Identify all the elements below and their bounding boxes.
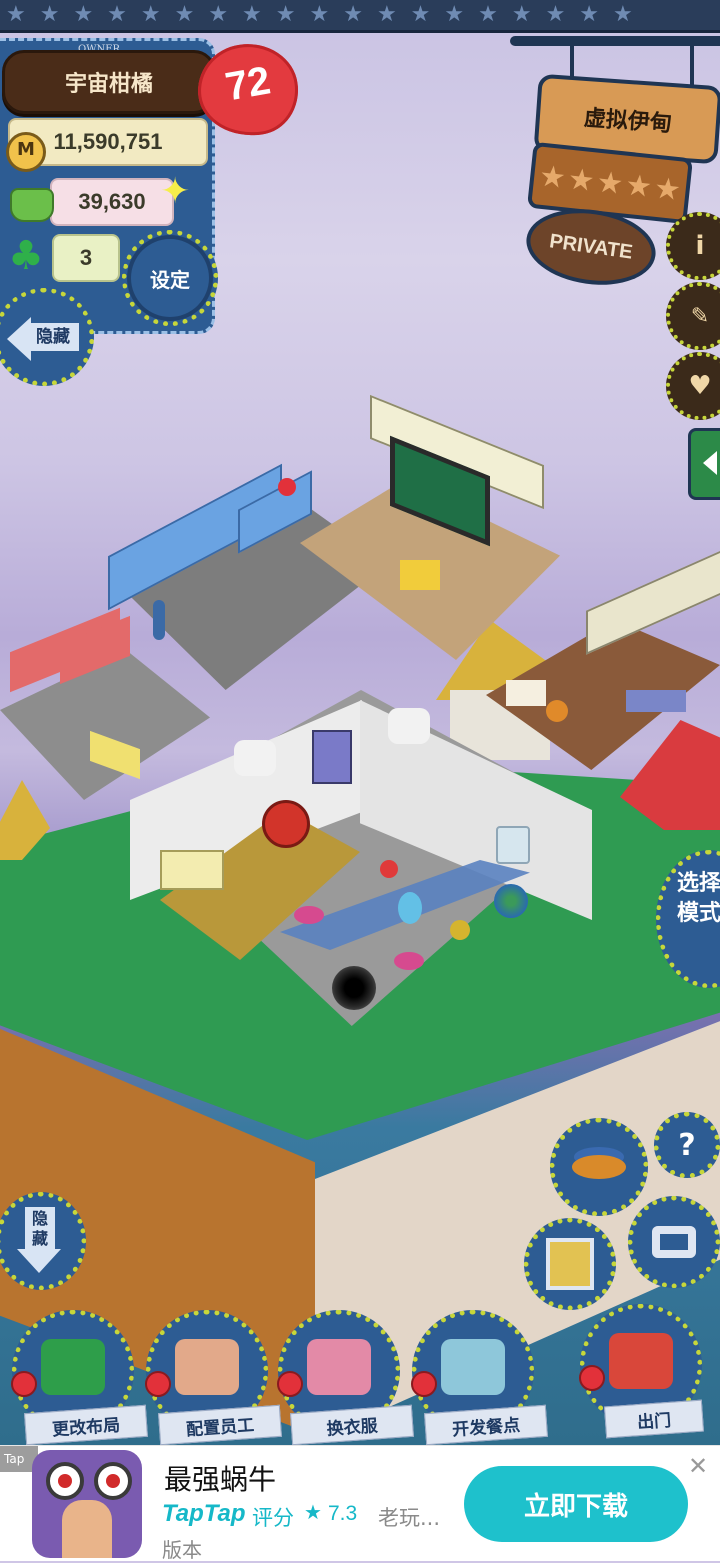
black-hole [332, 966, 376, 1010]
shirt-icon [307, 1339, 371, 1395]
snail-eye-icon [94, 1462, 132, 1500]
snail-body-icon [62, 1500, 112, 1558]
menu-button-4[interactable]: 出门 [579, 1304, 704, 1439]
hide-top-label: 隐藏 [27, 323, 79, 351]
sparkle-icon: ✦ [160, 171, 191, 212]
select-mode-label: 选择模式 [676, 871, 720, 926]
gold-ball [450, 920, 470, 940]
snail-eye-icon [46, 1462, 84, 1500]
earth-globe [494, 884, 528, 918]
blue-egg [398, 892, 422, 924]
album-button[interactable] [524, 1218, 616, 1310]
coin-icon: M [6, 132, 46, 172]
star-icon: ★ [566, 161, 597, 199]
ad-description: 老玩... [378, 1506, 441, 1530]
info-icon: i [695, 231, 705, 261]
star-icon: ★ [537, 158, 568, 196]
rating-value: 7.3 [328, 1502, 358, 1525]
pink-button-bottom [394, 952, 424, 970]
table-icon [41, 1339, 105, 1395]
top-star-border: ★★★★★★★★★★★★★★★★★★★ [0, 0, 720, 33]
star-icon: ★ [652, 170, 683, 208]
menu-button-1[interactable]: 配置员工 [145, 1310, 282, 1445]
stop-sign [380, 860, 398, 878]
food-value: 39,630 [50, 178, 174, 226]
pin-icon [277, 1371, 303, 1397]
book-button[interactable]: ✎ [666, 282, 720, 350]
sign-chain-right [690, 44, 694, 90]
help-button[interactable]: ? [654, 1112, 720, 1178]
cloud-lamp-right [388, 708, 430, 744]
clover-value: 3 [52, 234, 120, 282]
clover-icon: ♣ [8, 233, 44, 279]
hide-top-button[interactable]: 隐藏 [0, 288, 94, 386]
taptap-brand: TapTap [162, 1500, 246, 1527]
menu-button-3[interactable]: 开发餐点 [411, 1310, 548, 1445]
settings-button[interactable]: 设定 [122, 230, 218, 326]
download-button[interactable]: 立即下载 [464, 1466, 688, 1542]
glass-jar [496, 826, 530, 864]
food-basket-icon [10, 188, 54, 222]
star-icon: ★ [304, 1500, 322, 1524]
book-icon: ✎ [690, 303, 710, 329]
rating-label: 评分 [252, 1506, 294, 1530]
ad-title[interactable]: 最强蜗牛 [164, 1458, 276, 1498]
ad-description-line2: 版本 [162, 1538, 202, 1562]
pink-button-top [294, 906, 324, 924]
close-icon[interactable]: ✕ [688, 1452, 708, 1480]
heart-icon: ♥ [688, 371, 712, 401]
game-scene[interactable]: ★★★★★★★★★★★★★★★★★★★ 宇宙柑橘 72 11,590,751 M… [0, 0, 720, 1445]
level-heart: 72 [192, 37, 304, 143]
door-icon [609, 1333, 673, 1389]
hide-bottom-label: 隐藏 [25, 1207, 55, 1253]
pin-icon [11, 1371, 37, 1397]
ufo-button[interactable] [550, 1118, 648, 1216]
down-arrow-icon [17, 1249, 61, 1273]
knife-icon [441, 1339, 505, 1395]
pin-icon [579, 1365, 605, 1391]
bathtub [160, 850, 224, 890]
pin-icon [145, 1371, 171, 1397]
owner-name[interactable]: 宇宙柑橘 [2, 50, 216, 114]
favorite-button[interactable]: ♥ [666, 352, 720, 420]
egg-chair [262, 800, 310, 848]
star-icon: ★ [623, 167, 654, 205]
side-panel-tab[interactable] [688, 428, 720, 500]
camera-button[interactable] [628, 1196, 720, 1288]
info-button[interactable]: i [666, 212, 720, 280]
bear-icon [175, 1339, 239, 1395]
bookshelf [312, 730, 352, 784]
menu-button-0[interactable]: 更改布局 [11, 1310, 148, 1445]
cloud-lamp-left [234, 740, 276, 776]
menu-label-4: 出门 [604, 1399, 704, 1439]
album-icon [546, 1238, 594, 1290]
hide-bottom-button[interactable]: 隐藏 [0, 1192, 86, 1290]
sign-rod [510, 36, 720, 46]
camera-icon [652, 1226, 696, 1258]
star-icon: ★ [594, 164, 626, 202]
ad-banner[interactable]: Tap 最强蜗牛 TapTap 评分 ★ 7.3 老玩... 版本 立即下载 ✕ [0, 1445, 720, 1562]
question-icon: ? [678, 1127, 696, 1163]
menu-button-2[interactable]: 换衣服 [277, 1310, 414, 1445]
game-app-icon[interactable] [32, 1450, 142, 1558]
settings-label: 设定 [150, 267, 190, 292]
ufo-icon [572, 1155, 626, 1179]
pin-icon [411, 1371, 437, 1397]
